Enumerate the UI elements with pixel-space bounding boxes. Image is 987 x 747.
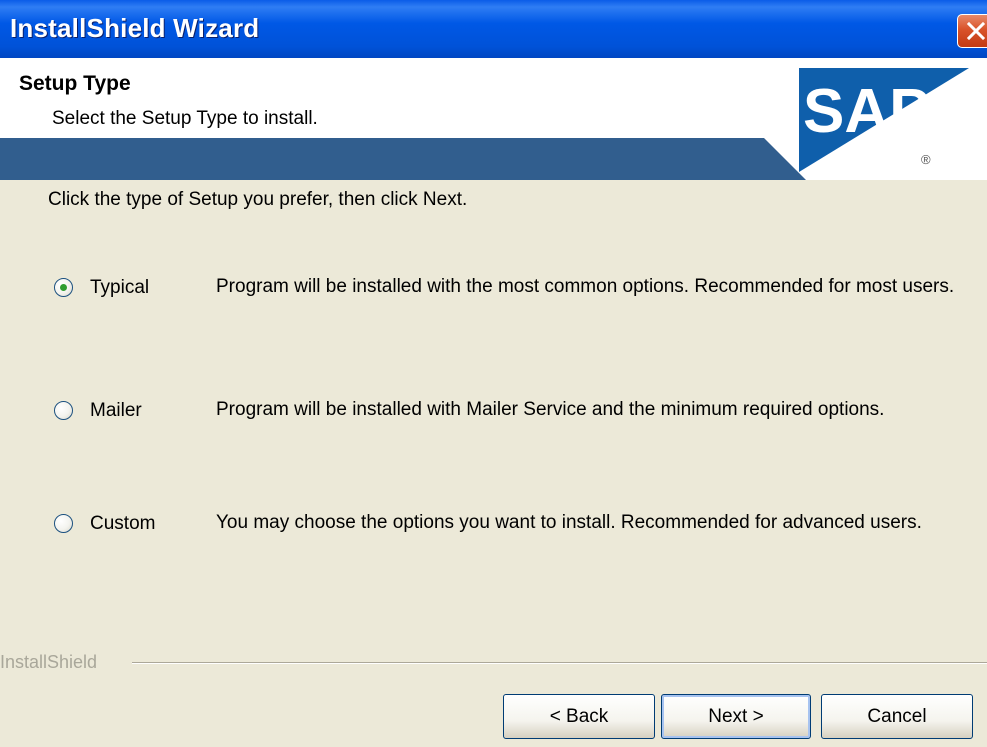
next-button[interactable]: Next > xyxy=(661,694,811,739)
title-bar[interactable]: InstallShield Wizard xyxy=(0,0,987,58)
custom-radio[interactable] xyxy=(54,514,73,533)
typical-label[interactable]: Typical xyxy=(90,277,149,299)
page-subtitle: Select the Setup Type to install. xyxy=(52,108,318,129)
page-title: Setup Type xyxy=(19,72,131,95)
installshield-brand: InstallShield xyxy=(0,652,106,673)
sap-logo-text: SAP xyxy=(803,77,930,146)
custom-label[interactable]: Custom xyxy=(90,513,155,535)
mailer-radio[interactable] xyxy=(54,401,73,420)
footer-divider xyxy=(132,662,987,664)
registered-mark: ® xyxy=(921,152,931,167)
mailer-description: Program will be installed with Mailer Se… xyxy=(216,399,885,420)
window-title: InstallShield Wizard xyxy=(10,13,260,43)
sap-logo: SAP ® xyxy=(799,68,969,172)
custom-description: You may choose the options you want to i… xyxy=(216,512,922,533)
mailer-label[interactable]: Mailer xyxy=(90,400,142,422)
close-button[interactable] xyxy=(957,14,987,48)
cancel-button[interactable]: Cancel xyxy=(821,694,973,739)
close-icon xyxy=(967,22,985,40)
instruction-text: Click the type of Setup you prefer, then… xyxy=(48,189,468,210)
wizard-header: Setup Type Select the Setup Type to inst… xyxy=(0,58,987,180)
back-button[interactable]: < Back xyxy=(503,694,655,739)
typical-description: Program will be installed with the most … xyxy=(216,276,955,297)
typical-radio[interactable] xyxy=(54,278,73,297)
